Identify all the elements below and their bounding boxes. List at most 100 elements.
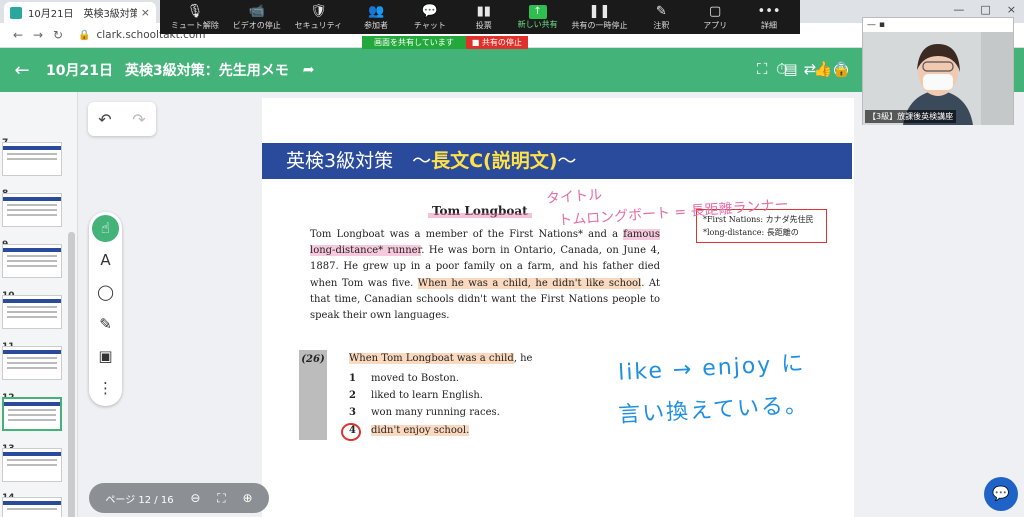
question-number: (26) <box>299 350 327 440</box>
polls-button[interactable]: ▮▮ 投票 <box>464 4 504 31</box>
maximize-icon[interactable]: □ <box>980 3 990 16</box>
banner-highlight: 長文C(説明文) <box>431 150 558 172</box>
shield-icon: 🛡 <box>310 3 327 19</box>
hand-pointer-icon[interactable]: ☝ <box>92 215 119 242</box>
more-vertical-icon[interactable]: ⋮ <box>92 374 119 401</box>
option-number: 2 <box>349 390 356 401</box>
page-title: 10月21日 英検3級対策：先生用メモ <box>46 60 289 80</box>
more-button[interactable]: ••• 詳細 <box>749 4 789 31</box>
answer-circle-annotation <box>341 423 361 441</box>
undo-redo-group: ↶ ↷ <box>88 102 156 136</box>
chat-button[interactable]: 💬 チャット <box>410 4 450 31</box>
new-share-button[interactable]: ↑ 新しい共有 <box>517 4 558 30</box>
undo-icon[interactable]: ↶ <box>98 110 111 129</box>
apps-label: アプリ <box>703 20 728 30</box>
lock-icon: 🔒 <box>78 29 91 41</box>
stop-video-button[interactable]: 📹 ビデオの停止 <box>233 4 281 31</box>
option-text: won many running races. <box>371 407 500 418</box>
chat-icon: 💬 <box>421 3 438 19</box>
new-share-label: 新しい共有 <box>517 19 558 29</box>
lesson-title: 英検3級対策：先生用メモ <box>124 63 289 79</box>
chat-bubble-icon[interactable]: 💬 <box>984 477 1018 511</box>
zoom-in-icon[interactable]: ⊕ <box>243 491 253 505</box>
banner-suffix: ～ <box>557 150 577 172</box>
thumbnail-page[interactable]: 14 <box>2 485 62 517</box>
stop-share-button[interactable]: ■ 共有の停止 <box>465 36 528 49</box>
banner-prefix: 英検3級対策 ～ <box>286 150 432 172</box>
option-number: 1 <box>349 373 356 384</box>
participants-icon: 👥 <box>367 3 385 19</box>
lock-icon[interactable]: 🔒 <box>832 60 851 78</box>
fit-screen-icon[interactable]: ⛶ <box>217 491 225 506</box>
zoom-video-tile[interactable]: — ▪ 【3級】放課後英検講座 <box>862 17 1014 125</box>
apps-button[interactable]: ▢ アプリ <box>695 4 735 31</box>
thumbnail-page[interactable]: 10 <box>2 283 62 329</box>
page-indicator: ページ 12 / 16 <box>105 494 174 506</box>
answer-option: 2 liked to learn English. <box>349 390 483 401</box>
question-stem-highlight: When Tom Longboat was a child <box>349 353 514 364</box>
video-camera-icon: 📹 <box>248 3 265 19</box>
pen-tool-icon[interactable]: ✎ <box>92 310 119 337</box>
polls-label: 投票 <box>475 20 492 30</box>
back-icon[interactable]: ← <box>8 28 28 42</box>
reload-icon[interactable]: ↻ <box>48 28 68 42</box>
thumbnail-page[interactable]: 8 <box>2 181 62 227</box>
presentation-icon[interactable]: ⛶ <box>757 60 768 78</box>
answer-option: 3 won many running races. <box>349 407 500 418</box>
pause-share-button[interactable]: ❚❚ 共有の一時停止 <box>571 4 627 31</box>
passage-title: Tom Longboat <box>428 204 532 218</box>
thumbnail-page[interactable]: 13 <box>2 436 62 482</box>
back-arrow-icon[interactable]: ← <box>0 60 44 81</box>
option-text: liked to learn English. <box>371 390 483 401</box>
minimize-icon[interactable]: — <box>953 3 964 16</box>
passage-text: Tom Longboat was a member of the First N… <box>310 227 660 324</box>
forward-icon[interactable]: → <box>28 28 48 42</box>
shape-tool-icon[interactable]: ◯ <box>92 279 119 306</box>
timer-icon[interactable]: ⏱ <box>776 60 788 78</box>
browser-tab[interactable]: 10月21日 英検3級対策：先生用 × <box>4 2 156 23</box>
pause-icon: ❚❚ <box>588 3 611 19</box>
pencil-icon: ✎ <box>655 3 667 19</box>
passage-part-1: Tom Longboat was a member of the First N… <box>310 229 624 240</box>
option-number: 3 <box>349 407 356 418</box>
passage-highlight-2: When he was a child, he didn't like scho… <box>417 277 642 289</box>
glossary-item: *long-distance: 長距離の <box>703 228 799 237</box>
annotate-label: 注釈 <box>653 20 670 30</box>
more-dots-icon: ••• <box>757 3 781 19</box>
sharing-text: 画面を共有しています <box>374 38 454 47</box>
share-icon[interactable]: ➦ <box>303 62 315 78</box>
image-tool-icon[interactable]: ▣ <box>92 342 119 369</box>
question-stem: When Tom Longboat was a child, he <box>349 353 532 364</box>
thumbnail-page[interactable]: 11 <box>2 334 62 380</box>
answer-option: 4 didn't enjoy school. <box>349 425 470 436</box>
participants-button[interactable]: 👥 参加者 <box>356 4 396 31</box>
page-navigation: ページ 12 / 16 ⊖ ⛶ ⊕ <box>89 483 269 513</box>
unmute-button[interactable]: 🎙 ミュート解除 <box>171 4 219 31</box>
apps-icon: ▢ <box>709 3 722 19</box>
participant-video: 【3級】放課後英検講座 <box>863 32 1013 125</box>
thumbnail-page-active[interactable]: 12 <box>2 385 62 431</box>
poll-icon: ▮▮ <box>476 3 491 19</box>
security-button[interactable]: 🛡 セキュリティ <box>295 4 343 31</box>
favicon-icon <box>10 6 22 19</box>
option-text: didn't enjoy school. <box>371 425 470 436</box>
zoom-share-toolbar: 🎙 ミュート解除 📹 ビデオの停止 🛡 セキュリティ 👥 参加者 💬 チャット ▮▮ 投票 … <box>160 0 800 34</box>
redo-icon[interactable]: ↷ <box>132 110 145 129</box>
handwritten-note-title: タイトル <box>545 187 603 207</box>
close-tab-icon[interactable]: × <box>141 6 150 19</box>
thumbnail-page[interactable]: 9 <box>2 232 62 278</box>
text-tool-icon[interactable]: A <box>92 247 119 274</box>
translate-icon[interactable]: ⇄ <box>804 60 817 78</box>
share-up-arrow-icon: ↑ <box>528 4 547 19</box>
annotate-button[interactable]: ✎ 注釈 <box>641 4 681 31</box>
sharing-indicator: 画面を共有しています <box>362 36 466 49</box>
header-right-actions: ⏱ ⇄ 🔒 <box>776 60 851 78</box>
document-banner: 英検3級対策 ～長文C(説明文)～ <box>262 143 852 179</box>
zoom-out-icon[interactable]: ⊖ <box>190 491 200 505</box>
page-thumbnail-sidebar: 7 8 9 10 11 12 13 14 <box>0 92 78 517</box>
thumbnail-scrollbar[interactable] <box>68 232 75 517</box>
browser-tab-title: 10月21日 英検3級対策：先生用 <box>28 9 137 20</box>
thumbnail-page[interactable]: 7 <box>2 130 62 176</box>
close-window-icon[interactable]: × <box>1007 3 1016 16</box>
participants-label: 参加者 <box>364 20 389 30</box>
